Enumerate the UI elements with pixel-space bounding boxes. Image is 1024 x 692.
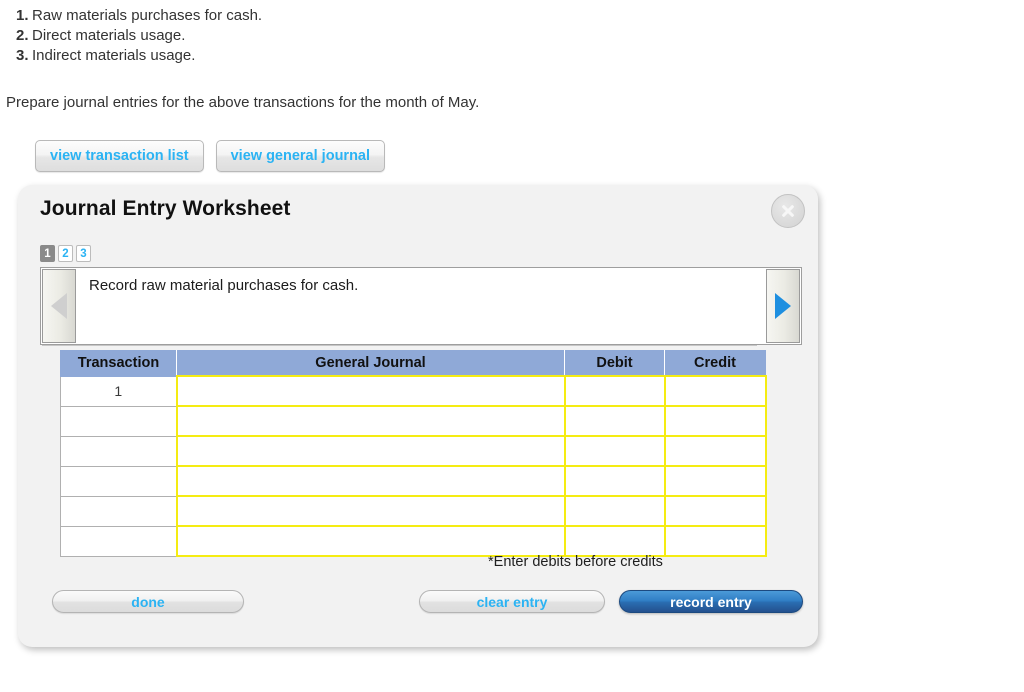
list-item-text: Raw materials purchases for cash. <box>32 7 263 24</box>
general-journal-input[interactable] <box>175 375 566 407</box>
list-item: 1. Raw materials purchases for cash. <box>0 6 1000 26</box>
credit-input[interactable] <box>663 435 767 467</box>
triangle-left-icon <box>51 293 67 319</box>
credit-input[interactable] <box>663 495 767 527</box>
credit-input[interactable] <box>663 405 767 437</box>
transaction-number-cell: 1 <box>60 376 177 407</box>
record-entry-button[interactable]: record entry <box>619 590 803 613</box>
journal-entry-worksheet-panel: Journal Entry Worksheet 1 2 3 Record raw… <box>18 185 818 647</box>
step-tab-2[interactable]: 2 <box>58 245 73 262</box>
table-row <box>60 525 767 557</box>
credit-input[interactable] <box>663 465 767 497</box>
general-journal-input[interactable] <box>175 495 566 527</box>
debit-input[interactable] <box>563 465 666 497</box>
general-journal-input[interactable] <box>175 465 566 497</box>
debit-input[interactable] <box>563 375 666 407</box>
next-step-button[interactable] <box>766 269 800 343</box>
transaction-number-cell <box>60 466 177 497</box>
transaction-number-cell <box>60 436 177 467</box>
credit-input[interactable] <box>663 375 767 407</box>
table-row <box>60 405 767 437</box>
instruction-navigator: Record raw material purchases for cash. <box>40 267 802 345</box>
list-item: 2. Direct materials usage. <box>0 26 1000 46</box>
debit-input[interactable] <box>563 525 666 557</box>
step-tabs: 1 2 3 <box>40 245 91 262</box>
table-row <box>60 495 767 527</box>
clear-entry-button[interactable]: clear entry <box>419 590 605 613</box>
column-header-general-journal: General Journal <box>176 350 565 377</box>
transaction-number-cell <box>60 526 177 557</box>
transaction-list: 1. Raw materials purchases for cash. 2. Di… <box>0 6 1000 66</box>
column-header-credit: Credit <box>664 350 766 377</box>
transaction-number-cell <box>60 406 177 437</box>
done-button[interactable]: done <box>52 590 244 613</box>
debits-before-credits-note: *Enter debits before credits <box>488 554 663 570</box>
general-journal-input[interactable] <box>175 435 566 467</box>
transaction-number-cell <box>60 496 177 527</box>
journal-table-wrapper: Transaction General Journal Debit Credit… <box>42 345 767 557</box>
view-buttons-group: view transaction list view general journ… <box>35 140 386 172</box>
journal-table: Transaction General Journal Debit Credit… <box>60 350 767 557</box>
debit-input[interactable] <box>563 405 666 437</box>
instruction-text: Record raw material purchases for cash. <box>77 268 765 344</box>
credit-input[interactable] <box>663 525 767 557</box>
divider <box>42 345 757 346</box>
journal-table-body: 1 <box>60 375 767 557</box>
list-item-number: 3. <box>16 47 29 64</box>
column-header-transaction: Transaction <box>60 350 177 377</box>
step-tab-1[interactable]: 1 <box>40 245 55 262</box>
list-item-text: Indirect materials usage. <box>32 47 196 64</box>
table-row <box>60 435 767 467</box>
general-journal-input[interactable] <box>175 525 566 557</box>
table-row: 1 <box>60 375 767 407</box>
list-item-number: 1. <box>16 7 29 24</box>
view-transaction-list-button[interactable]: view transaction list <box>35 140 204 172</box>
list-item: 3. Indirect materials usage. <box>0 46 1000 66</box>
table-row <box>60 465 767 497</box>
table-header-row: Transaction General Journal Debit Credit <box>60 350 766 377</box>
column-header-debit: Debit <box>564 350 665 377</box>
step-tab-3[interactable]: 3 <box>76 245 91 262</box>
close-icon[interactable] <box>771 194 805 228</box>
list-item-number: 2. <box>16 27 29 44</box>
page-title: Journal Entry Worksheet <box>40 197 291 220</box>
question-prompt: Prepare journal entries for the above tr… <box>6 94 480 111</box>
previous-step-button[interactable] <box>42 269 76 343</box>
debit-input[interactable] <box>563 435 666 467</box>
debit-input[interactable] <box>563 495 666 527</box>
triangle-right-icon <box>775 293 791 319</box>
list-item-text: Direct materials usage. <box>32 27 186 44</box>
general-journal-input[interactable] <box>175 405 566 437</box>
view-general-journal-button[interactable]: view general journal <box>215 140 386 172</box>
question-block: 1. Raw materials purchases for cash. 2. Di… <box>0 6 1000 111</box>
